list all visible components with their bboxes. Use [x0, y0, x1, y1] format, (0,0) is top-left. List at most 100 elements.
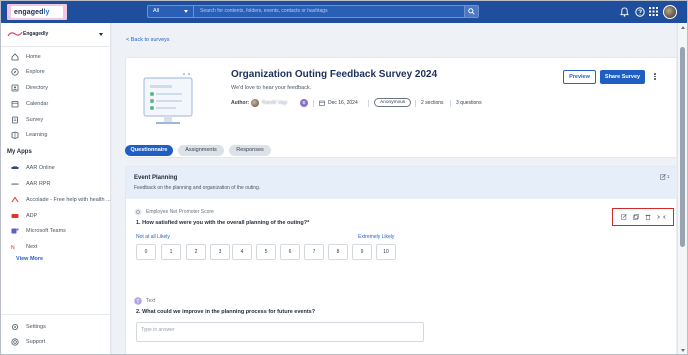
app-item-next[interactable]: N Next [11, 241, 106, 253]
app-item-adp[interactable]: ADP [11, 210, 106, 222]
tab-assignments[interactable]: Assignments [178, 145, 224, 156]
sidebar-item-survey[interactable]: Survey [11, 114, 106, 126]
global-search: All Search for contents, folders, events… [147, 5, 479, 18]
home-icon [11, 53, 19, 61]
avatar [251, 99, 259, 107]
app-item-microsoft-teams[interactable]: Microsoft Teams [11, 225, 106, 237]
edit-icon [660, 174, 666, 180]
question-type: Text [146, 298, 156, 304]
nps-option-3[interactable]: 3 [210, 244, 230, 260]
directory-icon [11, 84, 19, 92]
scale-high-label: Extremely Likely [358, 234, 395, 240]
question-text: 1. How satisfied were you with the overa… [136, 220, 310, 226]
nps-option-7[interactable]: 7 [304, 244, 324, 260]
sections-count: 2 sections [421, 100, 444, 106]
support-icon [11, 338, 19, 346]
section-description: Feedback on the planning and organizatio… [134, 185, 261, 191]
chevron-down-icon [99, 33, 103, 36]
scroll-up-icon[interactable] [681, 26, 685, 29]
nps-option-5[interactable]: 5 [256, 244, 276, 260]
chevron-down-icon [184, 10, 188, 13]
question-text: 2. What could we improve in the planning… [136, 309, 316, 315]
more-options-icon[interactable] [652, 72, 658, 82]
delete-icon[interactable] [645, 214, 651, 220]
copy-icon[interactable] [633, 214, 639, 220]
accolade-icon [11, 196, 19, 203]
main-content: < Back to surveys Organization Outing Fe… [112, 23, 676, 354]
nps-option-1[interactable]: 1 [161, 244, 181, 260]
text-question-icon: T [134, 297, 142, 305]
nps-option-9[interactable]: 9 [352, 244, 372, 260]
org-name: Engagedly [23, 31, 49, 37]
calendar-icon [319, 100, 325, 106]
author-label: Author: [231, 100, 250, 106]
survey-icon [12, 116, 18, 124]
preview-button[interactable]: Preview [563, 70, 596, 84]
user-avatar[interactable] [663, 5, 677, 19]
top-bar: engagedly All Search for contents, folde… [1, 1, 687, 23]
survey-illustration-icon [143, 73, 193, 124]
edit-icon[interactable] [621, 214, 627, 220]
search-button[interactable] [464, 6, 478, 17]
adp-icon [11, 214, 19, 218]
section-edit-button[interactable]: 1 [660, 174, 672, 181]
nps-option-6[interactable]: 6 [280, 244, 300, 260]
sidebar-item-explore[interactable]: Explore [11, 66, 106, 78]
teams-icon [11, 228, 19, 234]
org-switcher[interactable]: Engagedly [7, 29, 105, 41]
svg-text:N: N [11, 245, 15, 251]
search-input[interactable]: Search for contents, folders, events, co… [200, 6, 328, 17]
view-more-link[interactable]: View More [16, 256, 43, 262]
section-card: Event Planning Feedback on the planning … [125, 166, 676, 354]
sidebar: Engagedly Home Explore Directory Calenda… [1, 23, 111, 354]
tab-questionnaire[interactable]: Questionnaire [125, 145, 173, 156]
question-actions [612, 208, 674, 226]
scale-low-label: Not at all Likely [136, 234, 170, 240]
sidebar-item-learning[interactable]: Learning [11, 129, 106, 141]
aar-rpr-icon [11, 183, 19, 185]
brand-logo[interactable]: engagedly [7, 4, 67, 20]
bell-icon[interactable] [620, 7, 629, 17]
aar-online-icon [11, 166, 19, 169]
question-card: Employee Net Promoter Score 1. How satis… [134, 208, 674, 288]
survey-date: Dec 16, 2024 [328, 100, 358, 106]
scroll-thumb[interactable] [680, 47, 685, 247]
back-to-surveys-link[interactable]: < Back to surveys [126, 37, 170, 43]
search-scope-select[interactable]: All [148, 6, 194, 17]
survey-title: Organization Outing Feedback Survey 2024 [231, 69, 438, 80]
section-title: Event Planning [134, 175, 178, 181]
learning-icon [11, 131, 19, 139]
question-icon[interactable] [635, 7, 645, 17]
nps-option-8[interactable]: 8 [328, 244, 348, 260]
sidebar-item-home[interactable]: Home [11, 51, 106, 63]
next-icon: N [11, 245, 15, 251]
apps-grid-icon[interactable] [649, 7, 658, 16]
section-header: Event Planning Feedback on the planning … [126, 167, 676, 199]
sidebar-item-directory[interactable]: Directory [11, 82, 106, 94]
author-badge: B [300, 99, 308, 107]
my-apps-heading: My Apps [7, 149, 32, 155]
tab-responses[interactable]: Responses [229, 145, 271, 156]
scrollbar[interactable] [677, 23, 687, 354]
sidebar-item-settings[interactable]: Settings [11, 321, 106, 333]
survey-header-card: Organization Outing Feedback Survey 2024… [125, 57, 676, 158]
gear-icon [12, 324, 18, 330]
answer-input[interactable]: Type in answer [136, 322, 424, 342]
nps-option-2[interactable]: 2 [186, 244, 206, 260]
org-logo-icon [7, 31, 23, 37]
app-item-accolade[interactable]: Accolade - Free help with health ... [11, 194, 111, 206]
sidebar-item-support[interactable]: Support [11, 336, 106, 348]
share-survey-button[interactable]: Share Survey [600, 70, 645, 84]
nps-option-4[interactable]: 4 [232, 244, 252, 260]
collapse-icon[interactable] [657, 214, 667, 220]
app-item-aar-rpr[interactable]: AAR RPR [11, 178, 106, 190]
divider [1, 314, 110, 315]
scroll-down-icon[interactable] [681, 349, 685, 352]
nps-option-10[interactable]: 10 [376, 244, 396, 260]
app-item-aar-online[interactable]: AAR Online [11, 162, 106, 174]
nps-option-0[interactable]: 0 [136, 244, 156, 260]
author-name: Randil Vagi [262, 100, 288, 106]
sidebar-item-calendar[interactable]: Calendar [11, 98, 106, 110]
divider [1, 46, 110, 47]
divider [415, 99, 416, 107]
